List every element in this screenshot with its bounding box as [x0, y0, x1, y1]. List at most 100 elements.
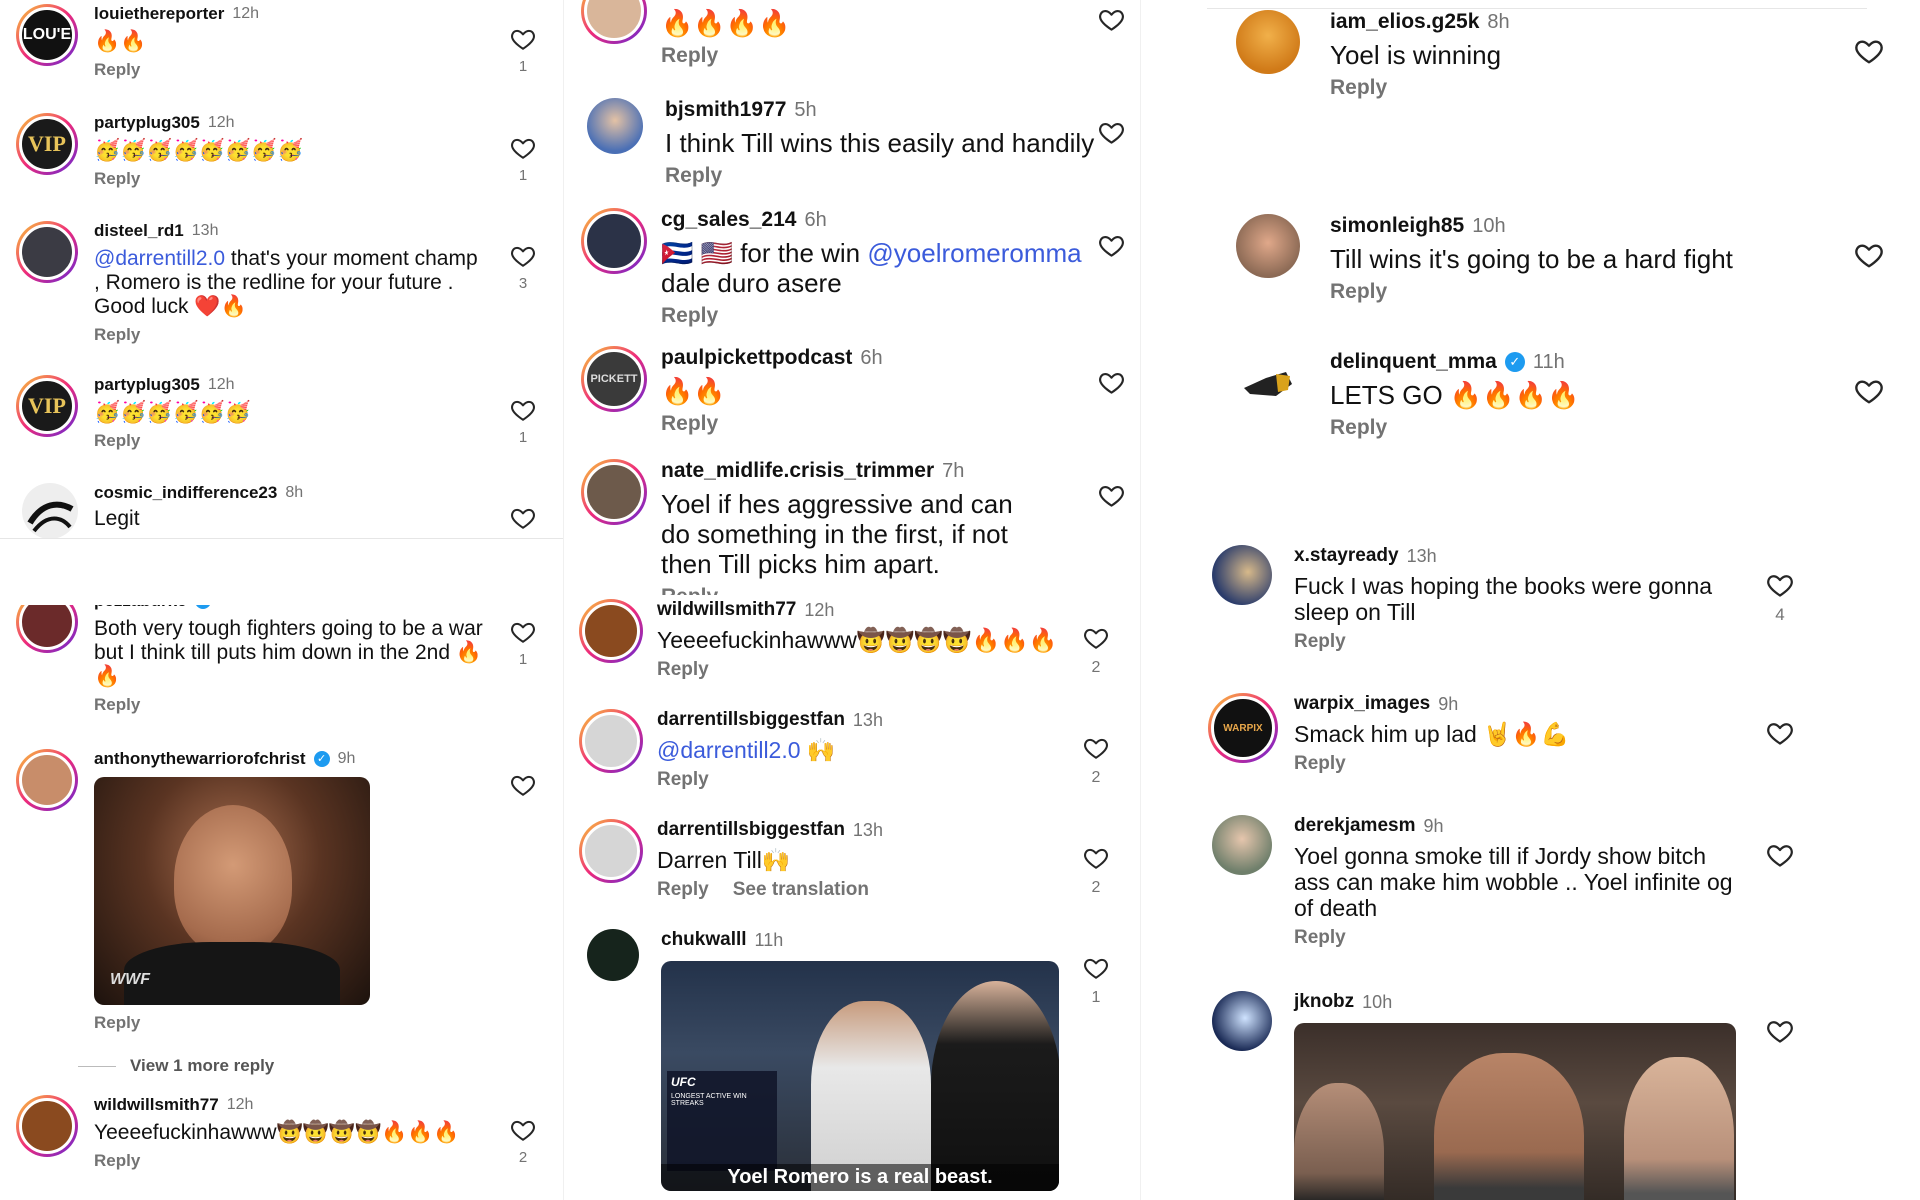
heart-icon[interactable] [510, 1117, 536, 1143]
avatar[interactable] [581, 0, 647, 44]
avatar[interactable] [579, 709, 643, 773]
like-control[interactable] [1766, 1017, 1794, 1045]
heart-icon[interactable] [1854, 376, 1884, 406]
heart-icon[interactable] [510, 505, 536, 531]
gif-media[interactable] [1294, 1023, 1736, 1200]
heart-icon[interactable] [1766, 719, 1794, 747]
heart-icon[interactable] [510, 397, 536, 423]
username[interactable]: wildwillsmith77 [94, 1095, 219, 1115]
username[interactable]: cg_sales_214 [661, 208, 796, 232]
username[interactable]: iam_elios.g25k [1330, 10, 1479, 34]
like-control[interactable] [1766, 719, 1794, 747]
heart-icon[interactable] [510, 243, 536, 269]
username[interactable]: delinquent_mma [1330, 350, 1497, 374]
reply-button[interactable]: Reply [1294, 927, 1346, 949]
avatar[interactable] [587, 929, 639, 981]
username[interactable]: x.stayready [1294, 545, 1399, 567]
reply-button[interactable]: Reply [1330, 280, 1387, 304]
heart-icon[interactable] [1098, 119, 1125, 146]
reply-button[interactable]: Reply [665, 164, 722, 188]
reply-button[interactable]: Reply [94, 169, 140, 189]
view-more-replies-button[interactable]: View 1 more reply [78, 1056, 274, 1076]
like-control[interactable] [1854, 240, 1884, 270]
username[interactable]: pezzaburke [94, 605, 187, 611]
like-control[interactable]: 2 [510, 1117, 536, 1166]
gif-media[interactable]: WWF [94, 777, 370, 1005]
like-control[interactable]: 1 [510, 619, 536, 668]
reply-button[interactable]: Reply [657, 769, 709, 791]
reply-button[interactable]: Reply [1294, 631, 1346, 653]
reply-button[interactable]: Reply [1330, 76, 1387, 100]
heart-icon[interactable] [1083, 955, 1109, 981]
like-control[interactable]: 2 [1083, 625, 1109, 677]
avatar[interactable] [579, 819, 643, 883]
username[interactable]: louiethereporter [94, 4, 224, 24]
avatar[interactable] [1236, 350, 1300, 414]
avatar[interactable]: VIP [16, 375, 78, 437]
heart-icon[interactable] [510, 135, 536, 161]
like-control[interactable]: 1 [1083, 955, 1109, 1007]
reply-button[interactable]: Reply [661, 44, 718, 68]
reply-button[interactable]: Reply [661, 412, 718, 436]
like-control[interactable] [510, 772, 536, 798]
heart-icon[interactable] [510, 619, 536, 645]
heart-icon[interactable] [1098, 369, 1125, 396]
heart-icon[interactable] [1854, 36, 1884, 66]
heart-icon[interactable] [510, 26, 536, 52]
heart-icon[interactable] [1098, 232, 1125, 259]
like-control[interactable] [1854, 376, 1884, 406]
heart-icon[interactable] [1083, 845, 1109, 871]
avatar[interactable]: PICKETT [581, 346, 647, 412]
avatar[interactable] [581, 459, 647, 525]
reply-button[interactable]: Reply [661, 585, 718, 595]
heart-icon[interactable] [1083, 735, 1109, 761]
like-control[interactable]: 1 [510, 397, 536, 446]
see-translation-button[interactable]: See translation [733, 879, 869, 901]
reply-button[interactable]: Reply [94, 695, 140, 715]
avatar[interactable] [16, 1095, 78, 1157]
avatar[interactable] [16, 749, 78, 811]
username[interactable]: derekjamesm [1294, 815, 1415, 837]
mention-link[interactable]: @darrentill2.0 [657, 737, 801, 763]
avatar[interactable] [22, 483, 78, 539]
like-control[interactable] [1098, 6, 1125, 33]
like-control[interactable] [1766, 841, 1794, 869]
like-control[interactable]: 3 [510, 243, 536, 292]
like-control[interactable] [1098, 482, 1125, 509]
avatar[interactable] [1212, 545, 1272, 605]
username[interactable]: nate_midlife.crisis_trimmer [661, 459, 934, 483]
reply-button[interactable]: Reply [1330, 416, 1387, 440]
like-control[interactable]: 4 [1766, 571, 1794, 625]
heart-icon[interactable] [510, 772, 536, 798]
heart-icon[interactable] [1766, 571, 1794, 599]
reply-button[interactable]: Reply [94, 325, 140, 345]
like-control[interactable] [1098, 232, 1125, 259]
avatar[interactable]: VIP [16, 113, 78, 175]
reply-button[interactable]: Reply [657, 879, 709, 901]
username[interactable]: jknobz [1294, 991, 1354, 1013]
username[interactable]: wildwillsmith77 [657, 599, 796, 621]
reply-button[interactable]: Reply [94, 431, 140, 451]
like-control[interactable]: 2 [1083, 845, 1109, 897]
avatar[interactable] [1236, 10, 1300, 74]
username[interactable]: paulpickettpodcast [661, 346, 852, 370]
heart-icon[interactable] [1854, 240, 1884, 270]
username[interactable]: simonleigh85 [1330, 214, 1464, 238]
username[interactable]: bjsmith1977 [665, 98, 786, 122]
avatar[interactable] [1236, 214, 1300, 278]
avatar[interactable]: LOU'E [16, 4, 78, 66]
like-control[interactable] [510, 505, 536, 531]
avatar[interactable] [16, 221, 78, 283]
reply-button[interactable]: Reply [1294, 753, 1346, 775]
heart-icon[interactable] [1083, 625, 1109, 651]
username[interactable]: warpix_images [1294, 693, 1430, 715]
username[interactable]: cosmic_indifference23 [94, 483, 277, 503]
avatar[interactable]: WARPIX [1208, 693, 1278, 763]
reply-button[interactable]: Reply [94, 1013, 140, 1033]
reply-button[interactable]: Reply [94, 1151, 140, 1171]
avatar[interactable] [587, 98, 643, 154]
username[interactable]: darrentillsbiggestfan [657, 709, 845, 731]
avatar[interactable] [1212, 815, 1272, 875]
gif-media[interactable]: UFC LONGEST ACTIVE WIN STREAKS Yoel Rome… [661, 961, 1059, 1191]
avatar[interactable] [581, 208, 647, 274]
